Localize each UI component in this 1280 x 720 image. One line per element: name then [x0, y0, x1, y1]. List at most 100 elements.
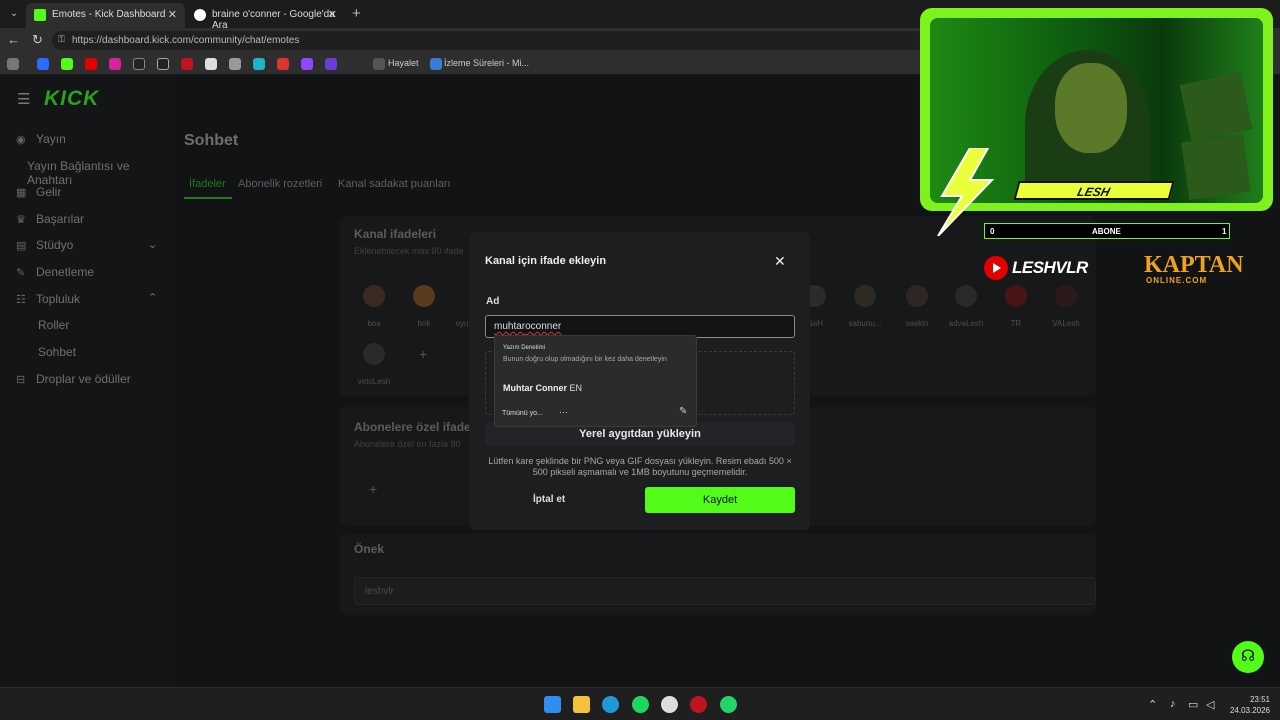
start-menu-icon[interactable]: [544, 696, 561, 713]
spellcheck-suggestion[interactable]: Muhtar Conner EN: [503, 383, 582, 393]
url-input[interactable]: ⚿ https://dashboard.kick.com/community/c…: [52, 31, 932, 50]
tab-sub-badges[interactable]: Abonelik rozetleri: [238, 178, 322, 190]
support-chat-button[interactable]: ☊: [1232, 641, 1264, 673]
save-button[interactable]: Kaydet: [645, 487, 795, 513]
add-emote-icon[interactable]: +: [419, 346, 427, 362]
bookmark-youtube-icon[interactable]: [85, 58, 97, 70]
edit-icon[interactable]: ✎: [679, 406, 687, 417]
cancel-button[interactable]: İptal et: [533, 494, 565, 505]
bookmark-icon[interactable]: [7, 58, 19, 70]
kick-logo[interactable]: KICK: [44, 87, 99, 111]
broadcast-icon: ◉: [16, 134, 26, 146]
chevron-down-icon[interactable]: ⌄: [148, 238, 157, 251]
tab-list-chevron-icon[interactable]: ⌄: [6, 6, 22, 22]
emote-image[interactable]: [955, 285, 977, 307]
back-icon[interactable]: ←: [7, 32, 20, 47]
ignore-all-button[interactable]: Tümünü yo...: [502, 410, 543, 417]
bookmark-icon[interactable]: [277, 58, 289, 70]
emote-label: VALesh: [1052, 319, 1080, 328]
volume-icon[interactable]: ◁: [1206, 698, 1214, 711]
emote-label: TR: [1010, 319, 1022, 328]
sidebar-item-achievements[interactable]: ♛ Başarılar: [16, 212, 84, 226]
bookmark-icon[interactable]: [253, 58, 265, 70]
menu-icon[interactable]: ☰: [17, 90, 30, 108]
revenue-icon: ▦: [16, 187, 27, 199]
bookmark-watchtime-icon: [430, 58, 442, 70]
subscriber-goal-bar: 0 ABONE 1: [984, 223, 1230, 239]
close-tab-icon[interactable]: ✕: [328, 8, 337, 21]
drops-icon: ⊟: [16, 374, 26, 386]
sidebar-item-roles[interactable]: Roller: [38, 318, 69, 332]
file-explorer-icon[interactable]: [573, 696, 590, 713]
sponsor-logo-subtitle: ONLINE.COM: [1146, 276, 1208, 285]
taskbar-clock[interactable]: 23:51 24.03.2026: [1228, 694, 1270, 716]
sidebar-item-stream-key[interactable]: Yayın Bağlantısı ve Anahtarı: [27, 159, 175, 187]
clock-date: 24.03.2026: [1229, 706, 1270, 715]
close-tab-icon[interactable]: ✕: [168, 8, 177, 21]
bookmark-kick-icon[interactable]: [61, 58, 73, 70]
chevron-up-icon[interactable]: ⌃: [148, 291, 157, 304]
tab-emotes[interactable]: Emotes - Kick Dashboard ✕: [26, 3, 185, 28]
reload-icon[interactable]: ↻: [32, 32, 43, 48]
bookmark-icon[interactable]: [229, 58, 241, 70]
sidebar-item-drops[interactable]: ⊟ Droplar ve ödüller: [16, 372, 131, 386]
name-text-pre: muhtar: [494, 321, 526, 332]
more-options-icon[interactable]: ···: [559, 407, 568, 417]
microphone-icon[interactable]: ♪: [1170, 698, 1176, 710]
clock-time: 23:51: [1249, 695, 1270, 704]
bookmark-x-icon[interactable]: [157, 58, 169, 70]
spellcheck-description: Bunun doğru olup olmadığını bir kez daha…: [503, 356, 667, 363]
bookmark-icon[interactable]: [181, 58, 193, 70]
site-info-icon[interactable]: ⚿: [58, 34, 65, 45]
bookmark-twitch-icon[interactable]: [301, 58, 313, 70]
edge-browser-icon[interactable]: [602, 696, 619, 713]
channel-emotes-title: Kanal ifadeleri: [354, 227, 437, 241]
network-icon[interactable]: ▭: [1188, 698, 1198, 711]
sponsor-logo: KAPTAN: [1144, 252, 1244, 278]
bookmark-watchtime[interactable]: İzleme Süreleri - Mi...: [444, 58, 529, 68]
emote-image[interactable]: [363, 343, 385, 365]
name-label: Ad: [486, 296, 500, 307]
emote-image[interactable]: [906, 285, 928, 307]
wrench-icon: ✎: [16, 267, 26, 279]
tab-google[interactable]: braine o'conner - Google'da Ara ✕: [186, 3, 345, 31]
sidebar-item-broadcast[interactable]: ◉ Yayın: [16, 132, 66, 146]
tray-chevron-up-icon[interactable]: ⌃: [1148, 698, 1157, 711]
spotify-icon[interactable]: [632, 696, 649, 713]
tab-loyalty-points[interactable]: Kanal sadakat puanları: [338, 178, 451, 190]
emote-image[interactable]: [413, 285, 435, 307]
close-icon[interactable]: ✕: [774, 253, 786, 270]
emote-image[interactable]: [1055, 285, 1077, 307]
trophy-icon: ♛: [16, 214, 26, 226]
app-icon[interactable]: [690, 696, 707, 713]
emote-image[interactable]: [363, 285, 385, 307]
new-tab-icon[interactable]: +: [352, 5, 361, 22]
community-icon: ☷: [16, 294, 26, 306]
whatsapp-icon[interactable]: [720, 696, 737, 713]
bookmark-instagram-icon[interactable]: [109, 58, 121, 70]
bookmark-icon[interactable]: [37, 58, 49, 70]
sub-goal-target: 1: [1222, 227, 1227, 236]
studio-icon: ▤: [16, 240, 27, 252]
bookmark-icon[interactable]: [205, 58, 217, 70]
bookmark-hayalet[interactable]: Hayalet: [388, 58, 419, 68]
obs-icon[interactable]: [661, 696, 678, 713]
prefix-title: Önek: [354, 542, 385, 556]
sidebar-item-moderation[interactable]: ✎ Denetleme: [16, 265, 94, 279]
sidebar-item-community[interactable]: ☷ Topluluk: [16, 292, 80, 306]
tab-emotes[interactable]: İfadeler: [189, 178, 226, 190]
sidebar-item-chat[interactable]: Sohbet: [38, 345, 76, 359]
tab-title: Emotes - Kick Dashboard: [52, 9, 166, 20]
add-sub-emote-icon[interactable]: +: [369, 481, 377, 497]
google-favicon-icon: [194, 9, 206, 21]
sidebar-item-revenue[interactable]: ▦ Gelir: [16, 185, 61, 199]
emote-label: sabunu...: [848, 319, 882, 328]
bookmark-tiktok-icon[interactable]: [133, 58, 145, 70]
emote-image[interactable]: [1005, 285, 1027, 307]
emote-image[interactable]: [854, 285, 876, 307]
prefix-input[interactable]: leshvlr: [354, 577, 1096, 605]
page-title: Sohbet: [184, 132, 239, 149]
sidebar-item-studio[interactable]: ▤ Stüdyo: [16, 238, 73, 252]
bookmark-icon[interactable]: [325, 58, 337, 70]
modal-title: Kanal için ifade ekleyin: [485, 255, 607, 267]
